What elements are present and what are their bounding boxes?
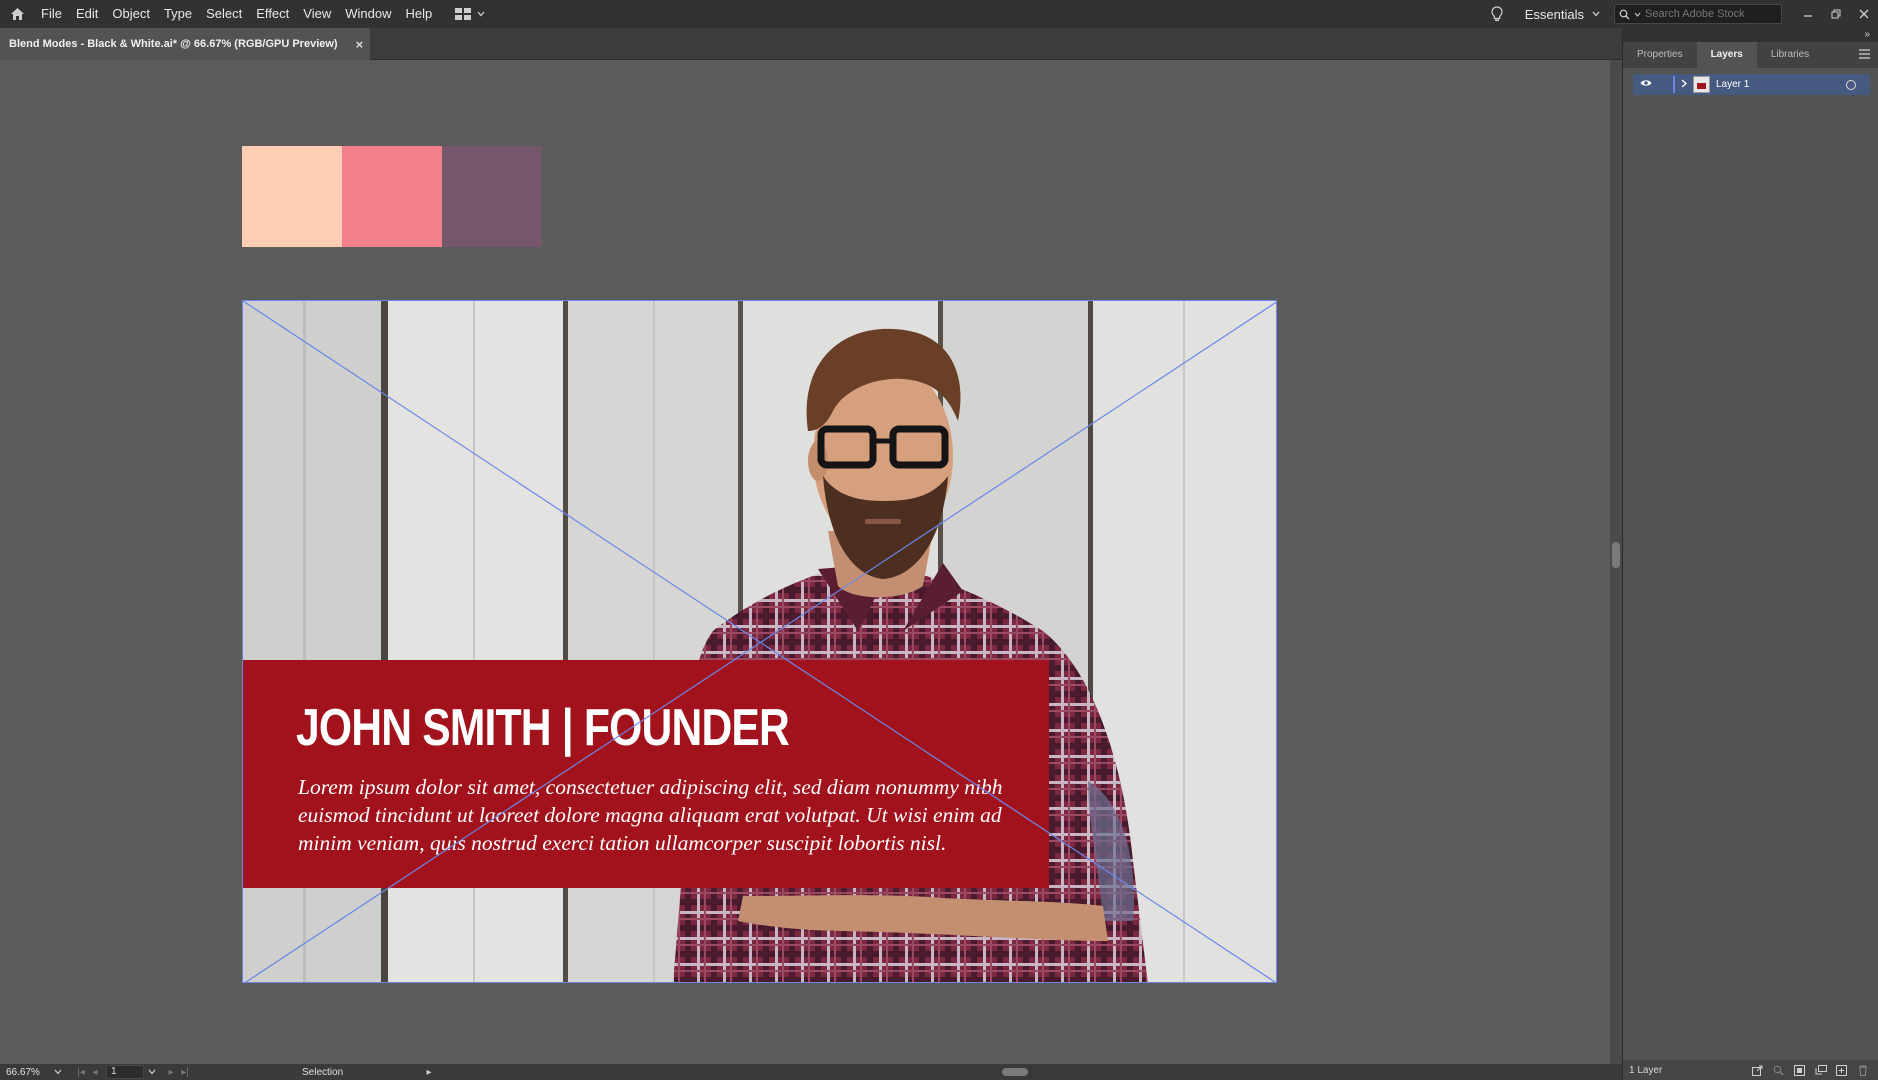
last-artboard-icon[interactable]: ▸| <box>178 1067 192 1078</box>
target-circle-icon[interactable] <box>1846 79 1856 90</box>
status-bar: 66.67% |◂ ◂ 1 ▸ ▸| Selection ▸ <box>0 1064 1622 1080</box>
previous-artboard-icon[interactable]: ◂ <box>88 1067 102 1078</box>
horizontal-scrollbar[interactable] <box>442 1067 1598 1077</box>
restore-icon <box>1831 9 1841 19</box>
body-text[interactable]: Lorem ipsum dolor sit amet, consectetuer… <box>298 773 1018 857</box>
horizontal-scroll-thumb[interactable] <box>1002 1068 1028 1076</box>
artboard-number-field[interactable]: 1 <box>106 1065 144 1079</box>
close-icon <box>1859 9 1869 19</box>
document-title: Blend Modes - Black & White.ai* @ 66.67%… <box>9 38 338 50</box>
chevron-down-icon <box>1634 12 1641 17</box>
layer-thumbnail <box>1693 76 1710 93</box>
panel-footer: 1 Layer <box>1623 1060 1878 1080</box>
chevron-down-icon[interactable] <box>148 1069 156 1075</box>
workspace-switcher[interactable]: Essentials <box>1525 7 1600 22</box>
menu-file[interactable]: File <box>34 0 69 28</box>
illustrator-window: File Edit Object Type Select Effect View… <box>0 0 1878 1080</box>
menu-object[interactable]: Object <box>105 0 157 28</box>
workspace-layout-icon <box>455 8 472 20</box>
workspace-label: Essentials <box>1524 6 1584 22</box>
minimize-icon <box>1804 15 1812 17</box>
document-tab-bar: Blend Modes - Black & White.ai* @ 66.67%… <box>0 28 1622 60</box>
collapse-panel-icon[interactable]: » <box>1623 28 1878 42</box>
close-window-button[interactable] <box>1850 0 1878 28</box>
layers-panel: » Properties Layers Libraries Layer 1 1 … <box>1622 28 1878 1080</box>
clipping-mask-icon[interactable] <box>1793 1064 1806 1077</box>
minimize-button[interactable] <box>1794 0 1822 28</box>
search-icon <box>1619 9 1630 19</box>
panel-tabs: Properties Layers Libraries <box>1623 42 1878 68</box>
layer-count: 1 Layer <box>1629 1064 1663 1076</box>
canvas[interactable]: JOHN SMITH | FOUNDER Lorem ipsum dolor s… <box>0 60 1610 1064</box>
tab-layers[interactable]: Layers <box>1696 42 1757 68</box>
vertical-scroll-thumb[interactable] <box>1612 542 1620 568</box>
headline-text[interactable]: JOHN SMITH | FOUNDER <box>296 698 790 758</box>
next-artboard-icon[interactable]: ▸ <box>164 1067 178 1078</box>
expand-layer-icon[interactable] <box>1675 79 1693 91</box>
delete-layer-icon[interactable] <box>1856 1064 1869 1077</box>
menu-type[interactable]: Type <box>157 0 199 28</box>
menu-window[interactable]: Window <box>338 0 398 28</box>
tab-properties[interactable]: Properties <box>1623 42 1697 68</box>
menubar-right: Essentials Search Adobe Stock <box>1491 0 1878 28</box>
home-icon[interactable] <box>0 0 34 28</box>
layer-name[interactable]: Layer 1 <box>1716 79 1846 90</box>
chevron-down-icon <box>1592 11 1600 17</box>
lightbulb-icon[interactable] <box>1491 6 1503 22</box>
close-tab-icon[interactable]: × <box>356 37 364 52</box>
chevron-down-icon <box>477 11 485 17</box>
new-sublayer-icon[interactable] <box>1814 1064 1827 1077</box>
status-menu-arrow-icon[interactable]: ▸ <box>422 1067 436 1078</box>
menu-effect[interactable]: Effect <box>249 0 296 28</box>
artboard[interactable]: JOHN SMITH | FOUNDER Lorem ipsum dolor s… <box>242 300 1277 983</box>
swatch-peach[interactable] <box>242 146 342 247</box>
footer-icons <box>1751 1064 1878 1077</box>
stock-search-input[interactable]: Search Adobe Stock <box>1614 4 1782 24</box>
tab-libraries[interactable]: Libraries <box>1757 42 1823 68</box>
menu-select[interactable]: Select <box>199 0 249 28</box>
menu-help[interactable]: Help <box>398 0 439 28</box>
locate-object-icon[interactable] <box>1772 1064 1785 1077</box>
chevron-down-icon[interactable] <box>54 1069 62 1075</box>
new-layer-icon[interactable] <box>1835 1064 1848 1077</box>
first-artboard-icon[interactable]: |◂ <box>74 1067 88 1078</box>
swatch-plum[interactable] <box>442 146 542 247</box>
vertical-scrollbar[interactable] <box>1610 60 1622 1064</box>
zoom-level[interactable]: 66.67% <box>0 1067 54 1078</box>
panel-menu-icon[interactable] <box>1859 49 1870 59</box>
title-banner[interactable]: JOHN SMITH | FOUNDER Lorem ipsum dolor s… <box>243 660 1049 888</box>
menu-view[interactable]: View <box>296 0 338 28</box>
stock-search-placeholder: Search Adobe Stock <box>1645 8 1745 20</box>
menu-bar: File Edit Object Type Select Effect View… <box>0 0 1878 28</box>
swatch-pink[interactable] <box>342 146 442 247</box>
restore-button[interactable] <box>1822 0 1850 28</box>
export-icon[interactable] <box>1751 1064 1764 1077</box>
layer-row[interactable]: Layer 1 <box>1633 74 1870 95</box>
arrange-documents-button[interactable] <box>455 8 485 20</box>
document-tab[interactable]: Blend Modes - Black & White.ai* @ 66.67%… <box>0 28 370 60</box>
eye-icon[interactable] <box>1633 79 1659 90</box>
current-tool-status: Selection <box>302 1066 344 1078</box>
menu-edit[interactable]: Edit <box>69 0 105 28</box>
